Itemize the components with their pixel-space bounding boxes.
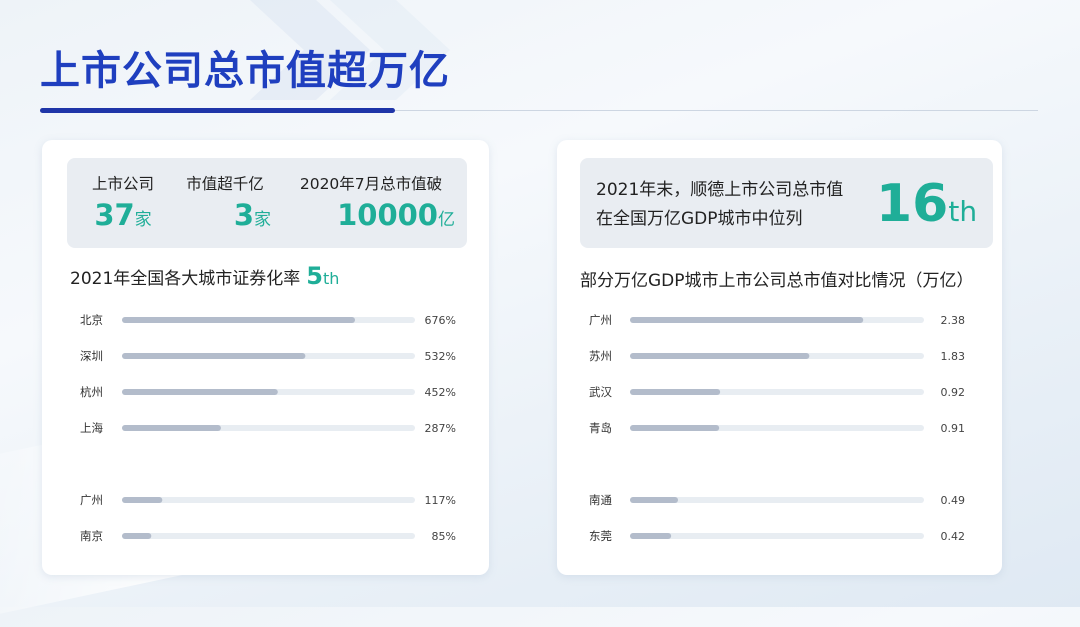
bar-value-label: 676% bbox=[425, 314, 456, 327]
page-title: 上市公司总市值超万亿 bbox=[40, 48, 450, 94]
bar-category-label: 北京 bbox=[80, 313, 103, 327]
bar-track bbox=[122, 533, 415, 539]
bar-category-label: 广州 bbox=[80, 493, 103, 507]
bar bbox=[630, 533, 672, 539]
title-underline bbox=[40, 108, 395, 113]
bar bbox=[630, 389, 721, 395]
bar bbox=[122, 353, 306, 359]
bar-value-label: 117% bbox=[425, 494, 456, 507]
bar-value-label: 0.42 bbox=[941, 530, 966, 543]
bar-category-label: 南京 bbox=[80, 529, 103, 543]
market-cap-bar-chart: 广州 2.38 苏州 1.83 武汉 0.92 青岛 0.91 南通 0.49 东莞 0.42 bbox=[589, 313, 966, 543]
bar bbox=[630, 317, 864, 323]
securitization-bar-chart: 北京 676% 深圳 532% 杭州 452% 上海 287% 广州 117% 南京 85% bbox=[80, 313, 456, 543]
bar-value-label: 1.83 bbox=[941, 350, 966, 363]
bar-value-label: 532% bbox=[425, 350, 456, 363]
bar bbox=[630, 353, 810, 359]
bar bbox=[630, 425, 720, 431]
bar bbox=[122, 497, 163, 503]
bar-category-label: 苏州 bbox=[589, 349, 612, 363]
bar-value-label: 85% bbox=[432, 530, 456, 543]
bar-value-label: 452% bbox=[425, 386, 456, 399]
securitization-card: 上市公司 37家 市值超千亿 3家 2020年7月总市值破 10000亿 202… bbox=[42, 140, 489, 575]
bar-category-label: 南通 bbox=[589, 493, 612, 507]
bar-track bbox=[122, 497, 415, 503]
bar-category-label: 广州 bbox=[589, 313, 612, 327]
bar-category-label: 杭州 bbox=[80, 385, 103, 399]
bar-category-label: 武汉 bbox=[589, 385, 612, 399]
bar-value-label: 0.49 bbox=[941, 494, 966, 507]
market-cap-card: 2021年末，顺德上市公司总市值 在全国万亿GDP城市中位列 16th 部分万亿… bbox=[557, 140, 1002, 575]
bar bbox=[122, 389, 278, 395]
bar-category-label: 上海 bbox=[80, 421, 103, 435]
bar-value-label: 2.38 bbox=[941, 314, 966, 327]
bar bbox=[630, 497, 679, 503]
bar-track bbox=[630, 533, 924, 539]
bar-category-label: 深圳 bbox=[80, 349, 103, 363]
bar-value-label: 287% bbox=[425, 422, 456, 435]
bar-value-label: 0.92 bbox=[941, 386, 966, 399]
bar-category-label: 东莞 bbox=[589, 529, 612, 543]
bar bbox=[122, 533, 152, 539]
bar-category-label: 青岛 bbox=[589, 421, 612, 435]
bar-value-label: 0.91 bbox=[941, 422, 966, 435]
bar bbox=[122, 425, 221, 431]
bar bbox=[122, 317, 356, 323]
